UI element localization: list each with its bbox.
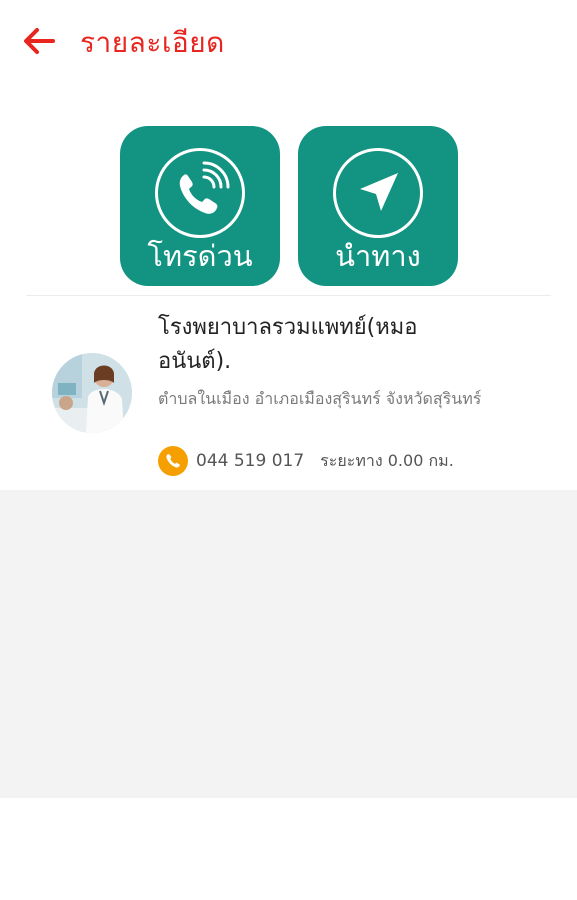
call-button[interactable]: โทรด่วน — [120, 126, 280, 286]
place-address: ตำบลในเมือง อำเภอเมืองสุรินทร์ จังหวัดสุ… — [158, 389, 482, 408]
app-header: รายละเอียด — [0, 0, 577, 84]
contact-row: 044 519 017 ระยะทาง 0.00 กม. — [158, 446, 454, 476]
details-screen: รายละเอียด โทรด่วน นำทาง โรงพยาบาลรวมแพท… — [0, 0, 577, 900]
empty-list-area — [0, 490, 577, 798]
phone-number[interactable]: 044 519 017 — [196, 451, 304, 471]
action-tiles: โทรด่วน นำทาง — [120, 126, 458, 286]
navigation-arrow-icon — [333, 148, 423, 238]
phone-icon[interactable] — [158, 446, 188, 476]
navigate-label: นำทาง — [335, 239, 421, 273]
navigate-button[interactable]: นำทาง — [298, 126, 458, 286]
call-label: โทรด่วน — [147, 239, 253, 273]
arrow-left-icon — [24, 28, 55, 54]
phone-ringing-icon — [155, 148, 245, 238]
doctor-photo-avatar — [52, 353, 132, 433]
page-title: รายละเอียด — [80, 26, 225, 59]
back-button[interactable] — [22, 24, 56, 58]
distance-text: ระยะทาง 0.00 กม. — [320, 450, 454, 470]
place-name: โรงพยาบาลรวมแพทย์(หมออนันต์). — [158, 315, 418, 374]
place-card[interactable]: โรงพยาบาลรวมแพทย์(หมออนันต์). ตำบลในเมือ… — [0, 296, 577, 488]
